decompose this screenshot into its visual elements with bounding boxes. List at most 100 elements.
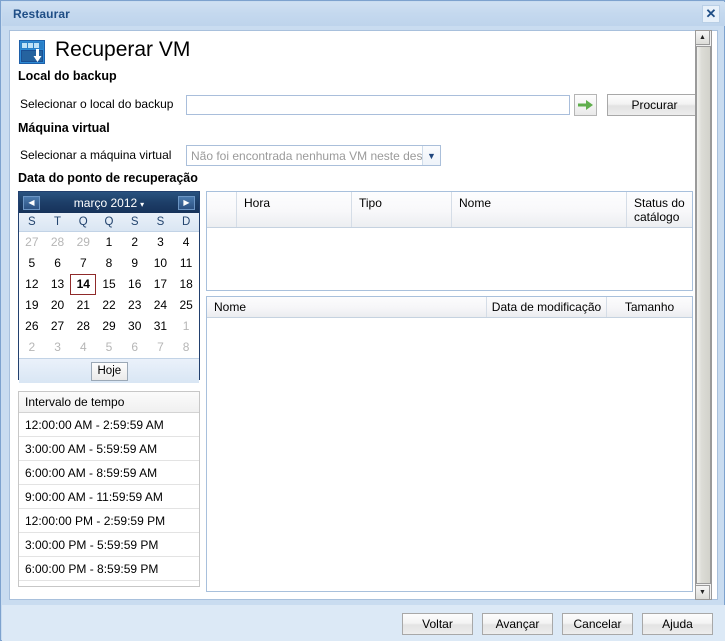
calendar-footer: Hoje (19, 358, 199, 383)
calendar-day[interactable]: 12 (19, 274, 45, 295)
calendar-day-headers: STQQSSD (19, 213, 199, 232)
recovery-points-column-header[interactable] (207, 192, 237, 227)
calendar-day[interactable]: 1 (96, 232, 122, 253)
browse-button[interactable]: Procurar (607, 94, 702, 116)
calendar-day[interactable]: 2 (19, 337, 45, 358)
calendar-day[interactable]: 5 (96, 337, 122, 358)
calendar-day[interactable]: 11 (173, 253, 199, 274)
recovery-date-calendar: ◀ março 2012▾ ▶ STQQSSD 2728291234567891… (18, 191, 200, 380)
scrollbar-thumb[interactable] (696, 46, 711, 584)
items-table-header: NomeData de modificaçãoTamanho (207, 297, 692, 318)
calendar-day[interactable]: 7 (148, 337, 174, 358)
recovery-points-column-header[interactable]: Status do catálogo (627, 192, 692, 227)
calendar-dow-5: S (148, 213, 174, 231)
calendar-day[interactable]: 16 (122, 274, 148, 295)
triangle-down-icon[interactable]: ▼ (695, 585, 710, 600)
virtual-machine-selected-value: Não foi encontrada nenhuma VM neste des (187, 149, 422, 163)
calendar-day[interactable]: 23 (122, 295, 148, 316)
items-column-header[interactable]: Nome (207, 297, 487, 317)
time-interval-row[interactable]: 9:00:00 PM - 11:59:59 PM (19, 581, 199, 587)
calendar-day[interactable]: 10 (148, 253, 174, 274)
calendar-dow-3: Q (96, 213, 122, 231)
calendar-day[interactable]: 6 (122, 337, 148, 358)
calendar-day[interactable]: 31 (148, 316, 174, 337)
calendar-dow-2: Q (70, 213, 96, 231)
calendar-day[interactable]: 26 (19, 316, 45, 337)
dialog-title: Restaurar (13, 7, 70, 21)
dialog-footer: Voltar Avançar Cancelar Ajuda (2, 605, 725, 641)
vm-restore-icon (18, 38, 46, 66)
time-interval-rows: 12:00:00 AM - 2:59:59 AM3:00:00 AM - 5:5… (19, 413, 199, 587)
triangle-right-icon[interactable]: ▶ (178, 196, 195, 210)
calendar-day[interactable]: 25 (173, 295, 199, 316)
backup-location-input[interactable] (186, 95, 570, 115)
calendar-day[interactable]: 18 (173, 274, 199, 295)
time-interval-row[interactable]: 3:00:00 PM - 5:59:59 PM (19, 533, 199, 557)
calendar-day[interactable]: 22 (96, 295, 122, 316)
calendar-day[interactable]: 3 (148, 232, 174, 253)
voltar-button[interactable]: Voltar (402, 613, 473, 635)
recovery-points-column-header[interactable]: Hora (237, 192, 352, 227)
triangle-left-icon[interactable]: ◀ (23, 196, 40, 210)
restore-dialog: Restaurar ✕ Recuperar VM (0, 0, 725, 641)
items-table: NomeData de modificaçãoTamanho (206, 296, 693, 592)
calendar-day[interactable]: 8 (173, 337, 199, 358)
calendar-day[interactable]: 8 (96, 253, 122, 274)
time-interval-row[interactable]: 12:00:00 PM - 2:59:59 PM (19, 509, 199, 533)
calendar-day[interactable]: 5 (19, 253, 45, 274)
calendar-day[interactable]: 6 (45, 253, 71, 274)
time-interval-list[interactable]: Intervalo de tempo 12:00:00 AM - 2:59:59… (18, 391, 200, 587)
calendar-day[interactable]: 17 (148, 274, 174, 295)
triangle-up-icon[interactable]: ▲ (695, 30, 710, 45)
calendar-day[interactable]: 27 (19, 232, 45, 253)
calendar-day[interactable]: 15 (96, 274, 122, 295)
backup-location-label: Selecionar o local do backup (20, 97, 173, 111)
calendar-dow-0: S (19, 213, 45, 231)
recovery-points-table-body[interactable] (207, 228, 692, 291)
ajuda-button[interactable]: Ajuda (642, 613, 713, 635)
calendar-day[interactable]: 29 (70, 232, 96, 253)
calendar-dow-1: T (45, 213, 71, 231)
calendar-day[interactable]: 28 (45, 232, 71, 253)
items-table-body[interactable] (207, 318, 692, 591)
calendar-day[interactable]: 29 (96, 316, 122, 337)
time-interval-row[interactable]: 6:00:00 PM - 8:59:59 PM (19, 557, 199, 581)
calendar-day[interactable]: 13 (45, 274, 71, 295)
virtual-machine-select[interactable]: Não foi encontrada nenhuma VM neste des … (186, 145, 441, 166)
calendar-day-grid[interactable]: 2728291234567891011121314151617181920212… (19, 232, 199, 358)
page-title: Recuperar VM (55, 38, 190, 62)
calendar-day[interactable]: 27 (45, 316, 71, 337)
items-column-header[interactable]: Data de modificação (487, 297, 607, 317)
calendar-day[interactable]: 19 (19, 295, 45, 316)
calendar-month-label[interactable]: março 2012▾ (74, 196, 144, 210)
items-column-header[interactable]: Tamanho (607, 297, 692, 317)
today-button[interactable]: Hoje (91, 362, 128, 381)
calendar-day[interactable]: 20 (45, 295, 71, 316)
go-arrow-button[interactable] (574, 94, 597, 116)
calendar-day[interactable]: 1 (173, 316, 199, 337)
avanar-button[interactable]: Avançar (482, 613, 553, 635)
cancelar-button[interactable]: Cancelar (562, 613, 633, 635)
time-interval-row[interactable]: 12:00:00 AM - 2:59:59 AM (19, 413, 199, 437)
calendar-day[interactable]: 28 (70, 316, 96, 337)
calendar-day[interactable]: 4 (70, 337, 96, 358)
dialog-titlebar: Restaurar ✕ (2, 2, 725, 26)
time-interval-row[interactable]: 6:00:00 AM - 8:59:59 AM (19, 461, 199, 485)
calendar-day[interactable]: 24 (148, 295, 174, 316)
recovery-points-column-header[interactable]: Tipo (352, 192, 452, 227)
time-interval-row[interactable]: 3:00:00 AM - 5:59:59 AM (19, 437, 199, 461)
calendar-day[interactable]: 30 (122, 316, 148, 337)
recovery-point-heading: Data do ponto de recuperação (18, 171, 198, 185)
dialog-content-panel: Recuperar VM Local do backup Selecionar … (9, 30, 718, 600)
time-interval-row[interactable]: 9:00:00 AM - 11:59:59 AM (19, 485, 199, 509)
vertical-scrollbar[interactable]: ▲ ▼ (695, 30, 712, 600)
calendar-day[interactable]: 7 (70, 253, 96, 274)
calendar-day[interactable]: 14 (70, 274, 96, 295)
calendar-day[interactable]: 9 (122, 253, 148, 274)
recovery-points-column-header[interactable]: Nome (452, 192, 627, 227)
calendar-day[interactable]: 4 (173, 232, 199, 253)
close-icon[interactable]: ✕ (702, 5, 720, 23)
calendar-day[interactable]: 2 (122, 232, 148, 253)
calendar-day[interactable]: 3 (45, 337, 71, 358)
calendar-day[interactable]: 21 (70, 295, 96, 316)
